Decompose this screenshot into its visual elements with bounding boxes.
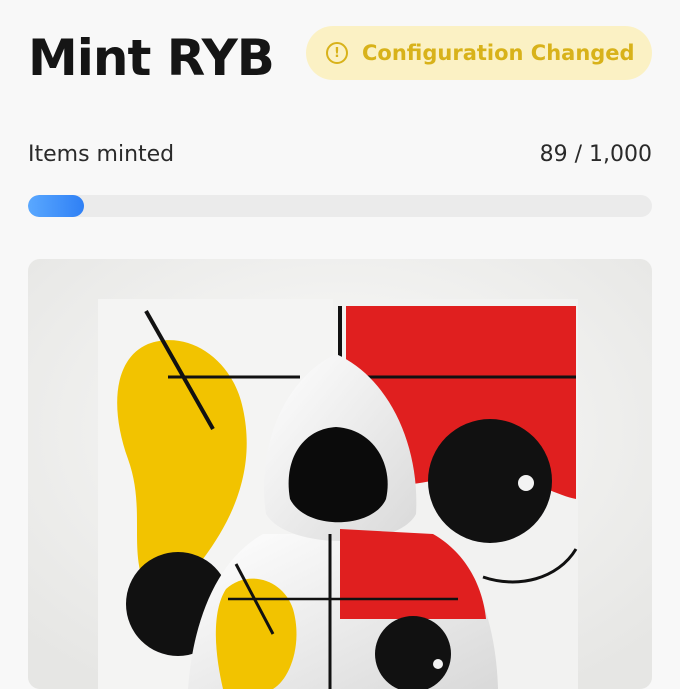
items-minted-label: Items minted [28, 142, 175, 167]
items-minted-count: 89 / 1,000 [539, 142, 652, 167]
collection-artwork [28, 259, 652, 689]
warning-circle-icon: ! [326, 42, 348, 64]
page-title: Mint RYB [28, 29, 275, 87]
artwork-illustration [28, 259, 652, 689]
mint-progress-bar [28, 195, 652, 217]
mint-progress-fill [28, 195, 85, 217]
status-badge-label: Configuration Changed [362, 41, 635, 65]
status-badge: ! Configuration Changed [306, 26, 652, 80]
